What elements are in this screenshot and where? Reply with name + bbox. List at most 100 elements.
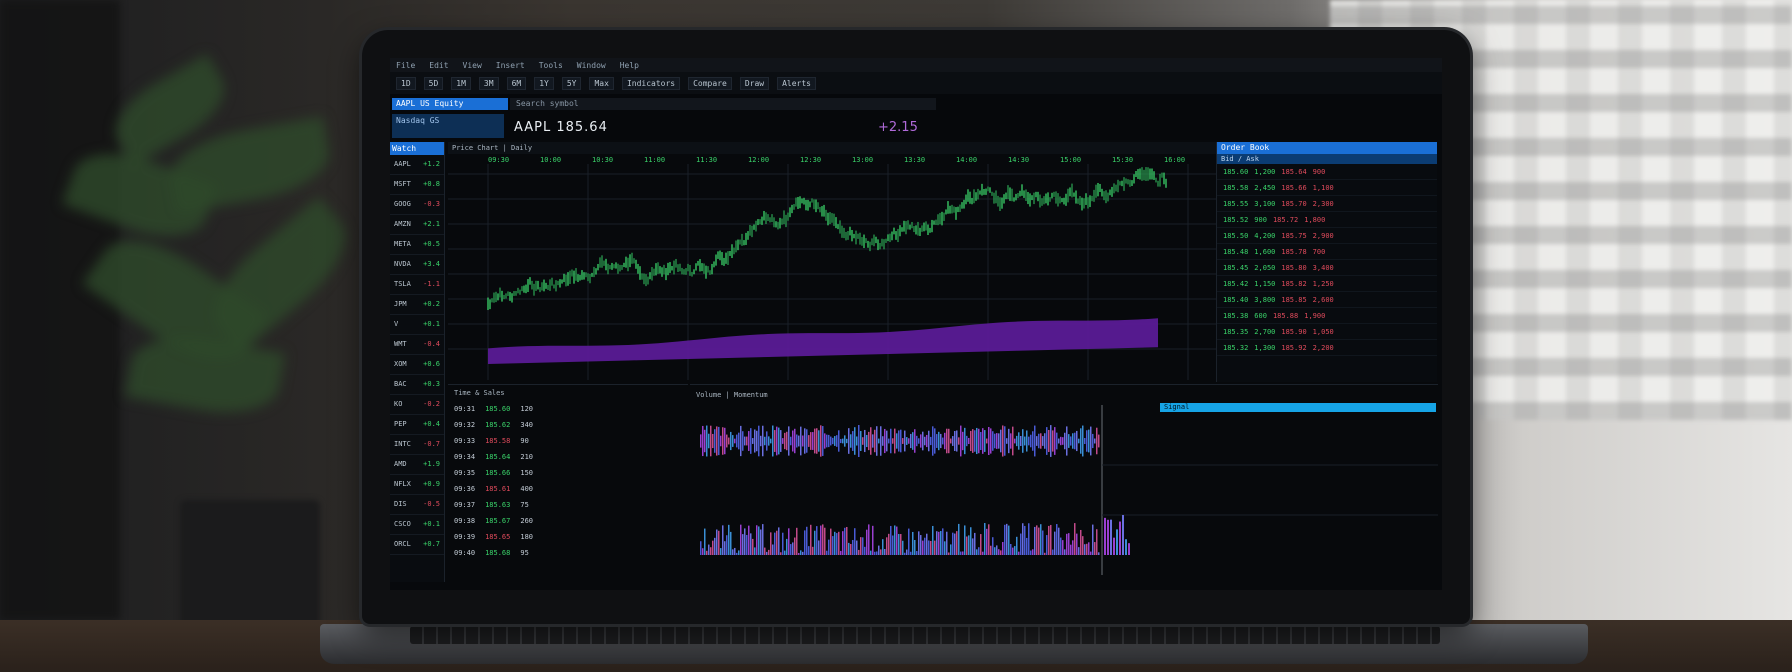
trade-time: 09:31 [454,405,476,413]
momentum-bar [1044,433,1046,449]
watchlist-row[interactable]: KO -0.2 [390,395,444,415]
watchlist-row[interactable]: AAPL +1.2 [390,155,444,175]
watchlist-change: +1.2 [423,160,440,168]
momentum-bar [706,425,708,457]
menu-item-insert[interactable]: Insert [496,61,525,70]
volume-bar [1082,536,1084,555]
order-book-row[interactable]: 185.45 2,050 185.80 3,400 [1217,260,1437,276]
watchlist-row[interactable]: AMZN +2.1 [390,215,444,235]
watchlist-row[interactable]: GOOG -0.3 [390,195,444,215]
trade-row[interactable]: 09:33 185.58 90 [448,433,688,449]
watchlist-row[interactable]: NFLX +0.9 [390,475,444,495]
watchlist-change: +0.4 [423,420,440,428]
order-book-row[interactable]: 185.60 1,200 185.64 900 [1217,164,1437,180]
toolbar-button-1d[interactable]: 1D [396,76,416,90]
symbol-tab[interactable]: AAPL US Equity [392,98,508,110]
toolbar-button-compare[interactable]: Compare [688,76,732,90]
order-book-row[interactable]: 185.52 900 185.72 1,800 [1217,212,1437,228]
momentum-bar [726,434,728,448]
volume-bar [706,550,708,555]
bid-cell: 2,050 [1254,263,1276,272]
toolbar-button-1m[interactable]: 1M [451,76,471,90]
volume-bar [894,525,896,555]
time-tick-label: 13:00 [852,156,873,164]
watchlist-row[interactable]: INTC -0.7 [390,435,444,455]
watchlist-row[interactable]: BAC +0.3 [390,375,444,395]
watchlist-row[interactable]: AMD +1.9 [390,455,444,475]
toolbar-button-max[interactable]: Max [589,76,614,90]
time-tick-label: 16:00 [1164,156,1185,164]
momentum-bar [1018,432,1020,450]
menu-item-window[interactable]: Window [577,61,606,70]
watchlist-row[interactable]: TSLA -1.1 [390,275,444,295]
trade-row[interactable]: 09:32 185.62 340 [448,417,688,433]
momentum-bar [1016,435,1018,447]
momentum-bar [998,433,1000,449]
order-book-row[interactable]: 185.42 1,150 185.82 1,250 [1217,276,1437,292]
order-book-row[interactable]: 185.35 2,700 185.90 1,050 [1217,324,1437,340]
trade-row[interactable]: 09:40 185.68 95 [448,545,688,561]
menu-item-edit[interactable]: Edit [429,61,448,70]
order-book-row[interactable]: 185.55 3,100 185.70 2,300 [1217,196,1437,212]
toolbar-button-draw[interactable]: Draw [739,76,770,90]
volume-bar [1094,542,1096,555]
volume-bar [704,528,706,555]
trade-row[interactable]: 09:35 185.66 150 [448,465,688,481]
volume-bar [942,528,944,555]
volume-bar [1125,539,1127,555]
trade-row[interactable]: 09:37 185.63 75 [448,497,688,513]
trade-row[interactable]: 09:38 185.67 260 [448,513,688,529]
momentum-bar [1060,436,1062,446]
volume-bar [1072,540,1074,555]
watchlist-row[interactable]: V +0.1 [390,315,444,335]
watchlist-row[interactable]: WMT -0.4 [390,335,444,355]
toolbar-button-1y[interactable]: 1Y [534,76,554,90]
volume-bar [922,540,924,555]
menu-item-view[interactable]: View [463,61,482,70]
watchlist-row[interactable]: PEP +0.4 [390,415,444,435]
watchlist-row[interactable]: XOM +0.6 [390,355,444,375]
toolbar-button-5d[interactable]: 5D [423,76,444,90]
watchlist-row[interactable]: NVDA +3.4 [390,255,444,275]
order-book-row[interactable]: 185.38 600 185.88 1,900 [1217,308,1437,324]
watchlist-symbol: CSCO [394,520,411,528]
trade-row[interactable]: 09:34 185.64 210 [448,449,688,465]
trade-size: 400 [520,485,534,493]
search-input[interactable]: Search symbol [510,98,936,110]
menu-item-tools[interactable]: Tools [539,61,563,70]
watchlist-symbol: TSLA [394,280,411,288]
volume-bar [720,548,722,555]
watchlist-row[interactable]: CSCO +0.1 [390,515,444,535]
order-book-row[interactable]: 185.48 1,600 185.78 700 [1217,244,1437,260]
momentum-bar [770,438,772,444]
menu-item-file[interactable]: File [396,61,415,70]
trade-row[interactable]: 09:31 185.60 120 [448,401,688,417]
watchlist-row[interactable]: ORCL +0.7 [390,535,444,555]
momentum-bar [1032,431,1034,451]
price-chart[interactable]: Price Chart | Daily 09:30 10:00 10:30 11:00… [448,142,1220,380]
watchlist-symbol: GOOG [394,200,411,208]
watchlist-change: +0.1 [423,520,440,528]
toolbar-button-indicators[interactable]: Indicators [621,76,681,90]
watchlist-row[interactable]: JPM +0.2 [390,295,444,315]
order-book-row[interactable]: 185.40 3,800 185.85 2,600 [1217,292,1437,308]
trade-row[interactable]: 09:39 185.65 180 [448,529,688,545]
momentum-bar [780,430,782,452]
trade-row[interactable]: 09:36 185.61 400 [448,481,688,497]
toolbar-button-alerts[interactable]: Alerts [777,76,816,90]
order-book-row[interactable]: 185.58 2,450 185.66 1,100 [1217,180,1437,196]
toolbar-button-6m[interactable]: 6M [506,76,527,90]
toolbar-button-5y[interactable]: 5Y [561,76,582,90]
momentum-bar [860,431,862,451]
momentum-bar [866,434,868,448]
watchlist-row[interactable]: MSFT +0.8 [390,175,444,195]
time-tick-label: 10:00 [540,156,561,164]
watchlist-row[interactable]: DIS -0.5 [390,495,444,515]
menu-item-help[interactable]: Help [620,61,639,70]
order-book-row[interactable]: 185.50 4,200 185.75 2,900 [1217,228,1437,244]
order-book-row[interactable]: 185.32 1,300 185.92 2,200 [1217,340,1437,356]
volume-bar [1000,550,1002,555]
toolbar-button-3m[interactable]: 3M [478,76,499,90]
watchlist-row[interactable]: META +0.5 [390,235,444,255]
bid-cell: 185.32 [1223,343,1249,352]
